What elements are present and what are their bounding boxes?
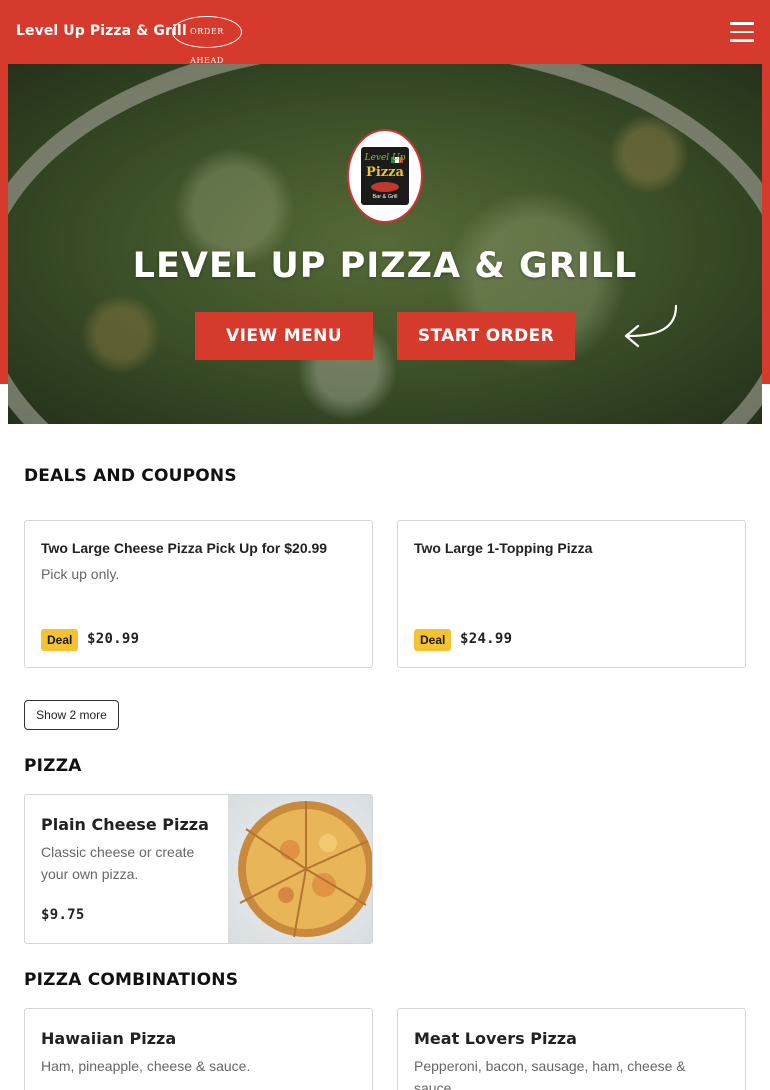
pizza-combinations-section-title: PIZZA COMBINATIONS <box>24 970 239 990</box>
show-more-deals-button[interactable]: Show 2 more <box>24 700 119 730</box>
deal-name: Two Large 1-Topping Pizza <box>414 540 593 556</box>
deal-badge: Deal <box>41 629 79 651</box>
deal-price: $20.99 <box>87 631 140 647</box>
menu-item-name: Meat Lovers Pizza <box>414 1029 577 1048</box>
view-menu-button[interactable]: VIEW MENU <box>195 312 373 360</box>
restaurant-logo: Level Up Pizza Bar & Grill <box>347 129 423 223</box>
menu-item-description: Ham, pineapple, cheese & sauce. <box>41 1058 251 1074</box>
deals-section-title: DEALS AND COUPONS <box>24 466 237 486</box>
menu-item-description: Pepperoni, bacon, sausage, ham, cheese &… <box>414 1058 686 1090</box>
menu-item-name: Plain Cheese Pizza <box>41 815 209 834</box>
hamburger-icon[interactable] <box>730 22 754 42</box>
start-order-button[interactable]: START ORDER <box>397 312 575 360</box>
deal-price: $24.99 <box>460 631 513 647</box>
hero-banner: Level Up Pizza Bar & Grill LEVEL UP PIZZ… <box>8 64 762 424</box>
menu-item-description: Classic cheese or create your own pizza. <box>41 844 195 882</box>
hero-title: LEVEL UP PIZZA & GRILL <box>132 246 638 286</box>
order-ahead-logo[interactable]: ORDER AHEAD <box>172 16 242 65</box>
menu-item-price: $9.75 <box>41 907 85 923</box>
deal-card[interactable]: Two Large 1-Topping Pizza Deal $24.99 <box>397 520 746 668</box>
menu-item-card[interactable]: Hawaiian Pizza Ham, pineapple, cheese & … <box>24 1008 373 1090</box>
deal-name: Two Large Cheese Pizza Pick Up for $20.9… <box>41 540 328 556</box>
deal-card[interactable]: Two Large Cheese Pizza Pick Up for $20.9… <box>24 520 373 668</box>
brand-name[interactable]: Level Up Pizza & Grill <box>16 23 187 39</box>
menu-item-card[interactable]: Meat Lovers Pizza Pepperoni, bacon, saus… <box>397 1008 746 1090</box>
cheese-pizza-image <box>228 795 372 943</box>
top-navigation-bar: Level Up Pizza & Grill ORDER AHEAD <box>0 0 770 65</box>
curved-arrow-icon <box>624 304 678 348</box>
menu-item-card[interactable]: Plain Cheese Pizza Classic cheese or cre… <box>24 794 373 944</box>
pizza-section-title: PIZZA <box>24 756 82 776</box>
deal-badge: Deal <box>414 629 452 651</box>
deal-description: Pick up only. <box>41 566 120 582</box>
menu-item-name: Hawaiian Pizza <box>41 1029 177 1048</box>
pizza-icon <box>371 182 399 192</box>
